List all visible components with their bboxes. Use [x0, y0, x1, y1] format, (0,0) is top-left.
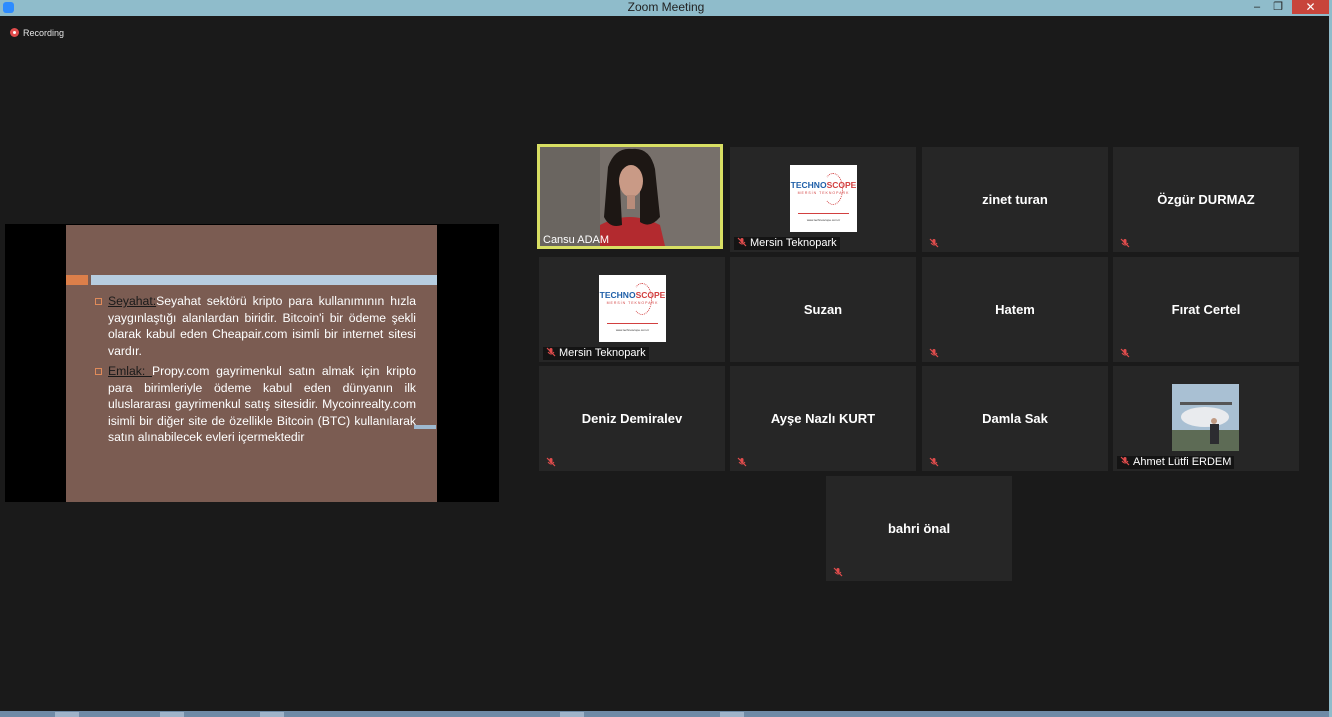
- microphone-muted-icon: [833, 567, 843, 577]
- participant-tile[interactable]: TECHNOSCOPE MERSİN TEKNOPARK www.technos…: [539, 257, 725, 362]
- participant-name-label: Cansu ADAM: [543, 234, 610, 246]
- participant-display-name: Hatem: [995, 302, 1035, 317]
- recording-label: Recording: [23, 28, 65, 38]
- microphone-muted-icon: [737, 237, 747, 247]
- microphone-muted-icon: [929, 238, 939, 248]
- microphone-muted-icon: [546, 347, 556, 357]
- participant-tile[interactable]: Ayşe Nazlı KURT: [730, 366, 916, 471]
- participant-display-name: Fırat Certel: [1171, 302, 1241, 317]
- technoscope-logo: TECHNOSCOPE MERSİN TEKNOPARK www.technos…: [599, 275, 666, 342]
- participant-display-name: Damla Sak: [982, 411, 1048, 426]
- slide-text-realestate: Propy.com gayrimenkul satın almak için k…: [108, 364, 416, 444]
- participant-name-label: Ahmet Lütfi ERDEM: [1117, 456, 1235, 469]
- slide-accent-bar: [66, 275, 88, 285]
- participant-tile[interactable]: TECHNOSCOPE MERSİN TEKNOPARK www.technos…: [730, 147, 916, 252]
- microphone-muted-icon: [1120, 456, 1130, 466]
- participant-video: [540, 147, 720, 246]
- participant-tile[interactable]: Deniz Demiralev: [539, 366, 725, 471]
- participant-tile[interactable]: Cansu ADAM: [537, 144, 723, 249]
- restore-button[interactable]: ❐: [1268, 0, 1288, 14]
- microphone-muted-icon: [929, 457, 939, 467]
- presentation-slide: Seyahat:Seyahat sektörü kripto para kull…: [66, 225, 437, 502]
- participant-display-name: Özgür DURMAZ: [1157, 192, 1255, 207]
- microphone-muted-icon: [737, 457, 747, 467]
- window-title: Zoom Meeting: [627, 0, 705, 14]
- slide-side-mark: [414, 425, 436, 429]
- slide-keyword-realestate: Emlak:: [108, 364, 153, 378]
- participant-display-name: Suzan: [803, 302, 843, 317]
- participant-tile[interactable]: Damla Sak: [922, 366, 1108, 471]
- taskbar-app-icon[interactable]: [160, 712, 184, 717]
- title-bar: Zoom Meeting – ❐ ✕: [0, 0, 1332, 16]
- close-button[interactable]: ✕: [1292, 0, 1329, 14]
- slide-keyword-travel: Seyahat:: [108, 294, 157, 308]
- bullet-icon: [95, 368, 102, 375]
- taskbar-app-icon[interactable]: [720, 712, 744, 717]
- profile-photo: [1172, 384, 1239, 451]
- microphone-muted-icon: [929, 348, 939, 358]
- participant-name-label: Mersin Teknopark: [543, 347, 649, 360]
- participant-tile[interactable]: Fırat Certel: [1113, 257, 1299, 362]
- participant-tile[interactable]: zinet turan: [922, 147, 1108, 252]
- participant-tile[interactable]: Suzan: [730, 257, 916, 362]
- participant-tile[interactable]: bahri önal: [826, 476, 1012, 581]
- participant-display-name: bahri önal: [887, 521, 951, 536]
- participant-display-name: Deniz Demiralev: [581, 411, 683, 426]
- microphone-muted-icon: [1120, 348, 1130, 358]
- participant-tile[interactable]: Özgür DURMAZ: [1113, 147, 1299, 252]
- microphone-muted-icon: [1120, 238, 1130, 248]
- slide-paragraph-realestate: Emlak: Propy.com gayrimenkul satın almak…: [95, 363, 416, 446]
- minimize-button[interactable]: –: [1247, 0, 1267, 14]
- technoscope-logo: TECHNOSCOPE MERSİN TEKNOPARK www.technos…: [790, 165, 857, 232]
- taskbar-app-icon[interactable]: [560, 712, 584, 717]
- shared-screen[interactable]: Seyahat:Seyahat sektörü kripto para kull…: [5, 224, 499, 502]
- taskbar[interactable]: [0, 711, 1329, 717]
- participant-tile[interactable]: Hatem: [922, 257, 1108, 362]
- participant-name-label: Mersin Teknopark: [734, 237, 840, 250]
- microphone-muted-icon: [546, 457, 556, 467]
- recording-indicator[interactable]: Recording: [10, 27, 64, 39]
- participant-display-name: Ayşe Nazlı KURT: [770, 411, 876, 426]
- participant-tile[interactable]: Ahmet Lütfi ERDEM: [1113, 366, 1299, 471]
- bullet-icon: [95, 298, 102, 305]
- recording-icon: [10, 28, 19, 37]
- slide-paragraph-travel: Seyahat:Seyahat sektörü kripto para kull…: [95, 293, 416, 359]
- taskbar-app-icon[interactable]: [260, 712, 284, 717]
- video-frame: [540, 147, 720, 246]
- slide-divider-bar: [91, 275, 437, 285]
- participant-display-name: zinet turan: [982, 192, 1048, 207]
- taskbar-app-icon[interactable]: [55, 712, 79, 717]
